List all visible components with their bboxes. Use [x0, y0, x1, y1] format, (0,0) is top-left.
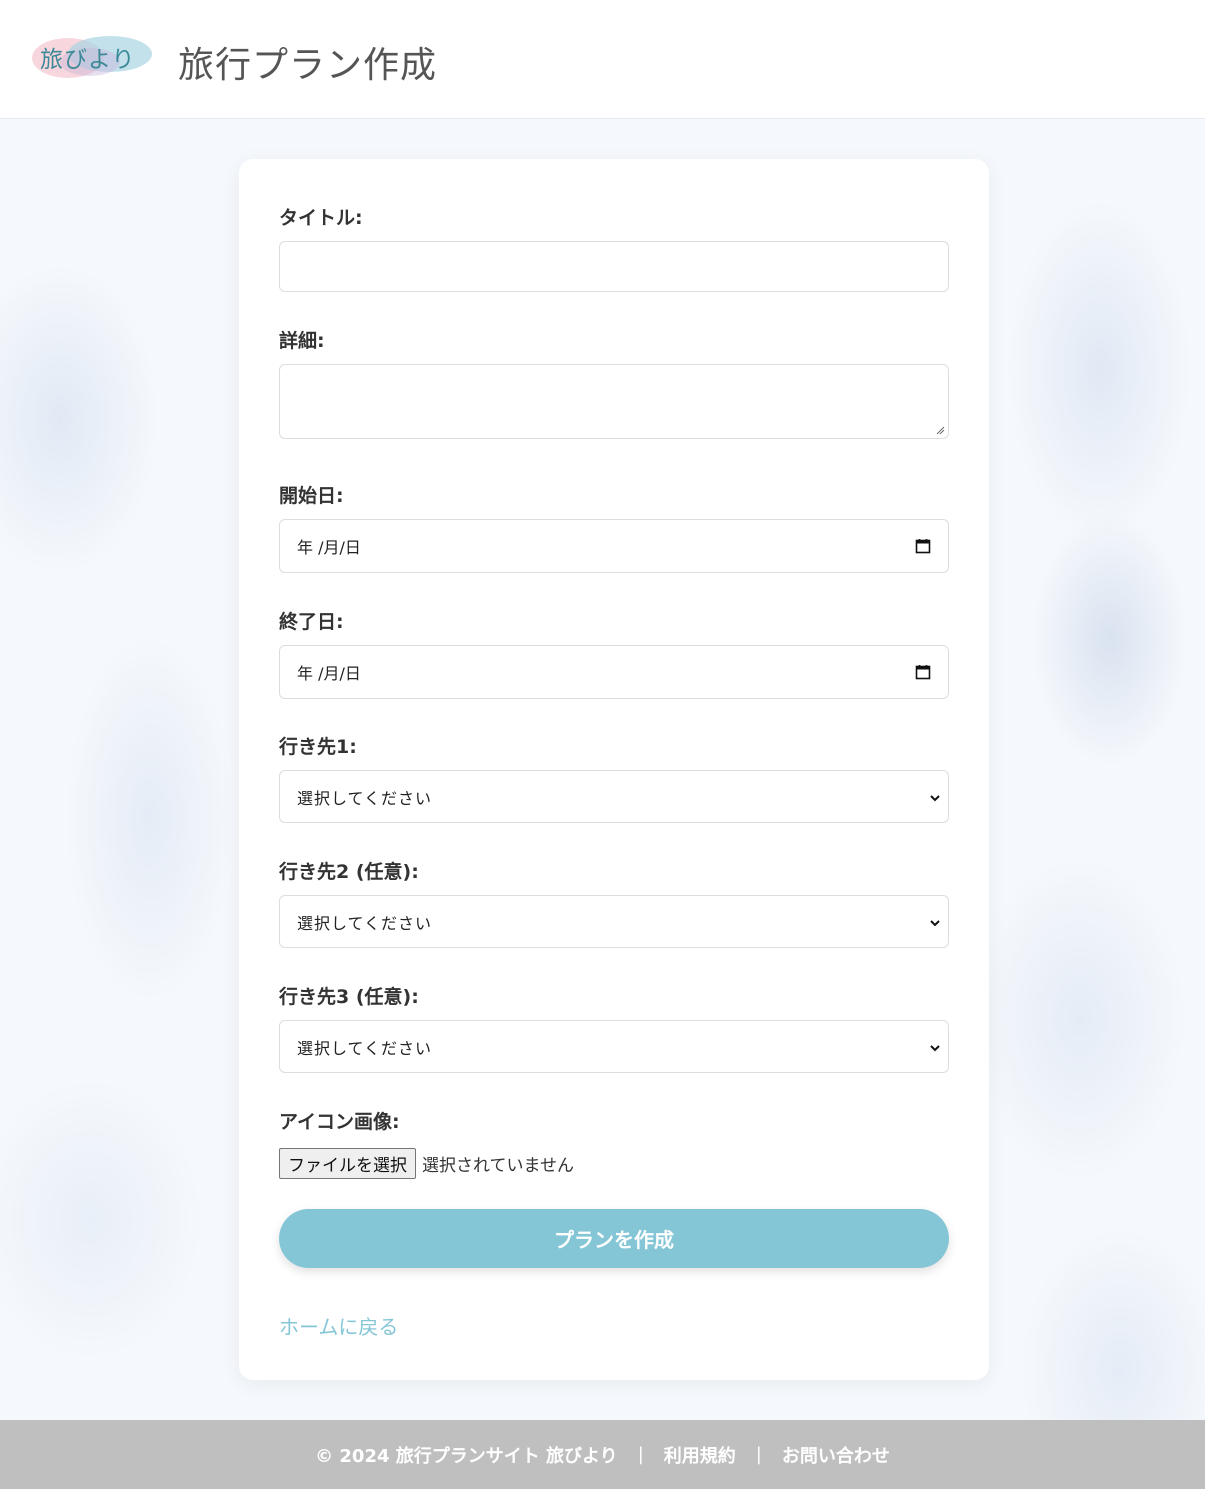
logo-text: 旅びより	[40, 47, 136, 73]
title-input[interactable]	[279, 241, 949, 292]
calendar-icon[interactable]	[915, 538, 931, 554]
dest1-selected: 選択してください	[297, 788, 433, 808]
start-date-input[interactable]: 年 /月/日	[279, 519, 949, 573]
dest3-select[interactable]: 選択してください	[279, 1020, 949, 1073]
choose-file-button[interactable]: ファイルを選択	[279, 1148, 416, 1179]
detail-textarea[interactable]	[279, 364, 949, 439]
calendar-icon[interactable]	[915, 664, 931, 680]
chevron-down-icon	[930, 795, 940, 802]
dest2-select[interactable]: 選択してください	[279, 895, 949, 948]
terms-link[interactable]: 利用規約	[664, 1442, 736, 1468]
end-date-input[interactable]: 年 /月/日	[279, 645, 949, 699]
create-plan-button[interactable]: プランを作成	[279, 1209, 949, 1268]
file-input: ファイルを選択 選択されていません	[279, 1148, 574, 1179]
plan-form-card: タイトル: 詳細: 開始日: 年 /月/日 終了日: 年 /月/日 行き先1: …	[239, 159, 989, 1380]
start-date-value: 年 /月/日	[297, 538, 361, 557]
dest1-select[interactable]: 選択してください	[279, 770, 949, 823]
dest3-label: 行き先3 (任意):	[279, 986, 419, 1008]
footer-separator: |	[637, 1444, 644, 1465]
dest2-selected: 選択してください	[297, 913, 433, 933]
icon-image-label: アイコン画像:	[279, 1111, 400, 1133]
title-label: タイトル:	[279, 207, 363, 229]
chevron-down-icon	[930, 920, 940, 927]
copyright-text: © 2024 旅行プランサイト 旅びより	[315, 1445, 618, 1467]
end-date-label: 終了日:	[279, 611, 344, 633]
home-link[interactable]: ホームに戻る	[279, 1311, 398, 1340]
chevron-down-icon	[930, 1045, 940, 1052]
footer-separator: |	[755, 1444, 762, 1465]
start-date-label: 開始日:	[279, 485, 344, 507]
page-title: 旅行プラン作成	[178, 45, 438, 86]
site-header: 旅びより 旅行プラン作成	[0, 0, 1205, 119]
site-logo[interactable]: 旅びより	[30, 30, 155, 82]
site-footer: © 2024 旅行プランサイト 旅びより | 利用規約 | お問い合わせ	[0, 1420, 1205, 1489]
detail-label: 詳細:	[279, 330, 325, 352]
dest1-label: 行き先1:	[279, 736, 357, 758]
file-status: 選択されていません	[422, 1156, 574, 1176]
dest2-label: 行き先2 (任意):	[279, 861, 419, 883]
end-date-value: 年 /月/日	[297, 664, 361, 683]
dest3-selected: 選択してください	[297, 1038, 433, 1058]
contact-link[interactable]: お問い合わせ	[782, 1442, 890, 1468]
resize-handle-icon[interactable]	[935, 425, 945, 435]
